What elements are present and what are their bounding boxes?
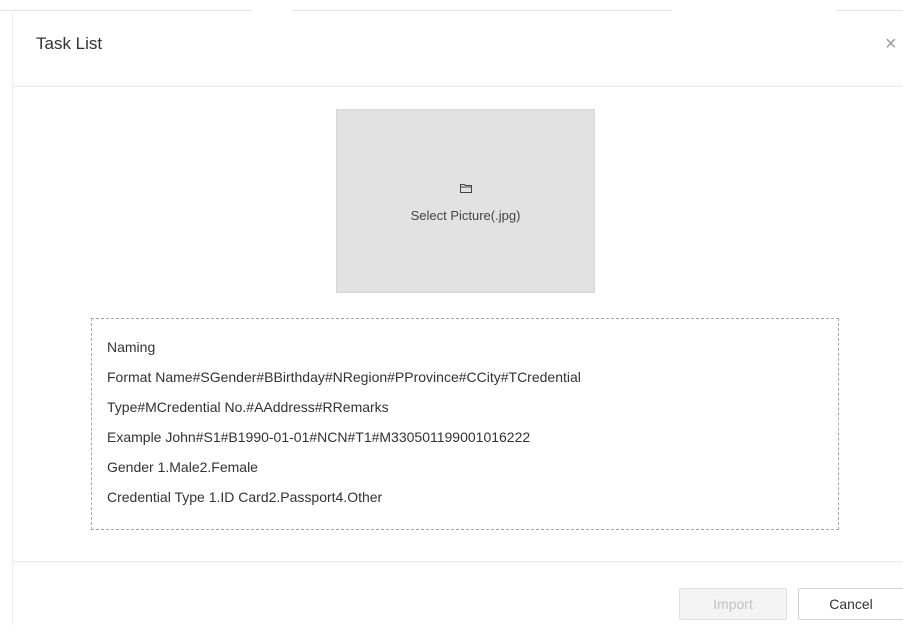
dialog-title: Task List bbox=[36, 34, 103, 53]
select-picture-label: Select Picture(.jpg) bbox=[410, 208, 521, 223]
background-divider bbox=[836, 10, 903, 11]
gender-line: Gender 1.Male2.Female bbox=[107, 459, 258, 475]
format-line-continued: Type#MCredential No.#AAddress#RRemarks bbox=[107, 399, 389, 415]
dialog-footer: Import Cancel bbox=[13, 561, 903, 625]
naming-rules-box: Naming Format Name#SGender#BBirthday#NRe… bbox=[91, 318, 839, 530]
background-divider bbox=[0, 10, 252, 11]
select-picture-button[interactable]: Select Picture(.jpg) bbox=[336, 109, 595, 293]
background-divider bbox=[292, 10, 672, 11]
example-line: Example John#S1#B1990-01-01#NCN#T1#M3305… bbox=[107, 429, 531, 445]
top-background-strip bbox=[0, 0, 903, 12]
close-icon[interactable]: × bbox=[885, 32, 903, 56]
credential-type-line: Credential Type 1.ID Card2.Passport4.Oth… bbox=[107, 489, 383, 505]
cancel-button[interactable]: Cancel bbox=[798, 588, 903, 620]
dialog-header: Task List × bbox=[13, 12, 903, 87]
import-button[interactable]: Import bbox=[679, 588, 787, 620]
format-line: Format Name#SGender#BBirthday#NRegion#PP… bbox=[107, 369, 581, 385]
task-list-dialog: Task List × Select Picture(.jpg) Naming … bbox=[12, 12, 903, 625]
naming-heading: Naming bbox=[107, 339, 156, 355]
folder-icon bbox=[460, 184, 472, 193]
